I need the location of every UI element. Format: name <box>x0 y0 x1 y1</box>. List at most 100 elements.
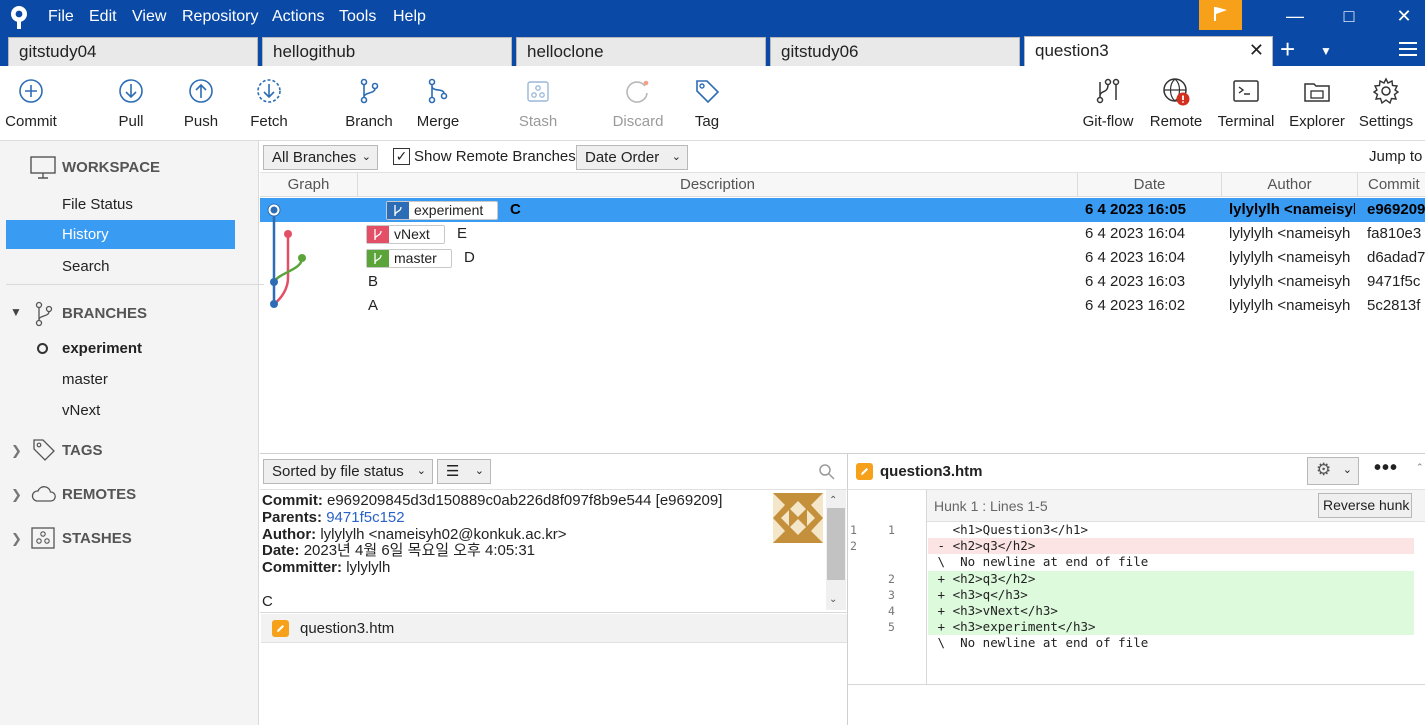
reverse-hunk-button[interactable]: Reverse hunk <box>1318 493 1412 518</box>
menu-repository[interactable]: Repository <box>182 0 258 35</box>
explorer-button[interactable]: Explorer <box>1285 66 1349 141</box>
scroll-down-icon[interactable]: ⌄ <box>829 594 837 605</box>
branch-filter-value: All Branches <box>272 149 357 166</box>
remote-button[interactable]: Remote <box>1145 66 1207 141</box>
tab-hellogithub[interactable]: hellogithub <box>262 37 512 66</box>
tab-gitstudy06[interactable]: gitstudy06 <box>770 37 1020 66</box>
badge-label: vNext <box>394 226 430 242</box>
sidebar-item-search[interactable]: Search <box>6 252 235 281</box>
column-graph[interactable]: Graph <box>260 173 358 197</box>
diff-line-add[interactable]: + <h3>experiment</h3> <box>928 619 1414 636</box>
remotes-header[interactable]: REMOTES <box>0 480 259 510</box>
branch-filter-dropdown[interactable]: All Branches ⌄ <box>263 145 378 170</box>
tab-helloclone[interactable]: helloclone <box>516 37 766 66</box>
terminal-label: Terminal <box>1217 113 1275 130</box>
branch-badge-experiment: experiment <box>386 201 498 220</box>
maximize-button[interactable]: □ <box>1326 0 1372 35</box>
scroll-up-icon[interactable]: ⌃ <box>1416 462 1424 473</box>
column-author[interactable]: Author <box>1222 173 1358 197</box>
search-icon[interactable] <box>818 463 836 481</box>
scroll-up-icon[interactable]: ⌃ <box>829 495 837 506</box>
fetch-icon <box>257 79 281 103</box>
sidebar-item-file-status[interactable]: File Status <box>6 190 235 219</box>
diff-line-ctx[interactable]: \ No newline at end of file <box>928 554 1414 570</box>
menu-help[interactable]: Help <box>393 0 426 35</box>
title-bar: File Edit View Repository Actions Tools … <box>0 0 1425 35</box>
commit-details-pane: Sorted by file status ⌄ ☰ ⌄ Commit: e969… <box>260 454 848 725</box>
column-description[interactable]: Description <box>358 173 1078 197</box>
author-label: Author: <box>262 526 317 543</box>
diff-line-ctx[interactable]: \ No newline at end of file <box>928 635 1414 651</box>
more-options-icon[interactable]: ••• <box>1374 457 1398 480</box>
stashes-header[interactable]: STASHES <box>0 524 259 554</box>
push-icon <box>189 79 213 103</box>
show-remote-checkbox[interactable]: ✓ <box>393 148 410 165</box>
diff-line-add[interactable]: + <h3>vNext</h3> <box>928 603 1414 619</box>
diff-line-add[interactable]: + <h2>q3</h2> <box>928 570 1414 587</box>
gitflow-icon <box>1096 78 1120 104</box>
hamburger-menu-icon[interactable] <box>1399 39 1419 59</box>
file-list-item[interactable]: question3.htm <box>261 614 847 643</box>
tab-list-chevron-icon[interactable]: ▼ <box>1320 37 1332 66</box>
sidebar-branch-master[interactable]: master <box>6 365 235 394</box>
branch-button[interactable]: Branch <box>338 66 400 141</box>
list-view-icon: ☰ <box>446 463 460 480</box>
branches-header[interactable]: BRANCHES <box>0 299 259 329</box>
menu-file[interactable]: File <box>48 0 74 35</box>
terminal-button[interactable]: Terminal <box>1214 66 1278 141</box>
tag-button[interactable]: Tag <box>676 66 738 141</box>
flag-button[interactable] <box>1199 0 1242 30</box>
view-mode-dropdown[interactable]: ☰ ⌄ <box>437 459 491 484</box>
order-dropdown[interactable]: Date Order ⌄ <box>576 145 688 170</box>
settings-button[interactable]: Settings <box>1355 66 1417 141</box>
jump-to-label[interactable]: Jump to <box>1369 146 1422 168</box>
push-button[interactable]: Push <box>170 66 232 141</box>
minimize-button[interactable]: — <box>1272 0 1318 35</box>
stash-button[interactable]: Stash <box>507 66 569 141</box>
commit-row[interactable]: experiment C 6 4 2023 16:05 lylylylh <na… <box>260 198 1425 222</box>
sidebar-branch-experiment[interactable]: experiment <box>6 334 235 363</box>
fetch-button[interactable]: Fetch <box>238 66 300 141</box>
tags-header[interactable]: TAGS <box>0 436 259 466</box>
menu-tools[interactable]: Tools <box>339 0 376 35</box>
commit-row[interactable]: B 6 4 2023 16:03 lylylylh <nameisyh 9471… <box>260 270 1425 294</box>
menu-view[interactable]: View <box>132 0 166 35</box>
chevron-down-icon: ⌄ <box>416 465 426 477</box>
menu-edit[interactable]: Edit <box>89 0 117 35</box>
details-scrollbar[interactable]: ⌃ ⌄ <box>826 490 846 610</box>
gear-icon: ⚙ <box>1316 460 1332 479</box>
parent-link[interactable]: 9471f5c152 <box>326 509 404 526</box>
commit-id-line: Commit: e969209845d3d150889c0ab226d8f097… <box>262 493 722 509</box>
hunk-label: Hunk 1 : Lines 1-5 <box>934 498 1048 514</box>
committer-label: Committer: <box>262 559 343 576</box>
merge-button[interactable]: Merge <box>407 66 469 141</box>
pull-icon <box>119 79 143 103</box>
column-commit[interactable]: Commit <box>1358 173 1425 197</box>
commit-row[interactable]: A 6 4 2023 16:02 lylylylh <nameisyh 5c28… <box>260 294 1425 318</box>
menu-actions[interactable]: Actions <box>272 0 324 35</box>
close-window-button[interactable]: ✕ <box>1381 0 1425 35</box>
sidebar-item-history[interactable]: History <box>6 220 235 249</box>
commit-row[interactable]: vNext E 6 4 2023 16:04 lylylylh <nameisy… <box>260 222 1425 246</box>
workspace-header[interactable]: WORKSPACE <box>0 153 259 183</box>
old-line-number: 2 <box>850 539 857 554</box>
close-tab-icon[interactable]: ✕ <box>1249 37 1264 64</box>
scrollbar-thumb[interactable] <box>827 508 845 580</box>
diff-options-dropdown[interactable]: ⚙ ⌄ <box>1307 457 1359 485</box>
tab-question3[interactable]: question3 ✕ <box>1024 36 1273 66</box>
sidebar-branch-vnext[interactable]: vNext <box>6 396 235 425</box>
diff-line-ctx[interactable]: <h1>Question3</h1> <box>928 522 1414 538</box>
commit-button[interactable]: Commit <box>0 66 62 141</box>
diff-line-add[interactable]: + <h3>q</h3> <box>928 586 1414 603</box>
badge-label: master <box>394 250 437 266</box>
tab-gitstudy04[interactable]: gitstudy04 <box>8 37 258 66</box>
pull-button[interactable]: Pull <box>100 66 162 141</box>
column-date[interactable]: Date <box>1078 173 1222 197</box>
commit-row[interactable]: master D 6 4 2023 16:04 lylylylh <nameis… <box>260 246 1425 270</box>
file-sort-dropdown[interactable]: Sorted by file status ⌄ <box>263 459 433 484</box>
gitflow-button[interactable]: Git-flow <box>1077 66 1139 141</box>
discard-button[interactable]: Discard <box>605 66 671 141</box>
modified-file-icon <box>856 463 873 480</box>
new-tab-button[interactable]: + <box>1280 35 1304 66</box>
diff-line-del[interactable]: - <h2>q3</h2> <box>928 538 1414 555</box>
